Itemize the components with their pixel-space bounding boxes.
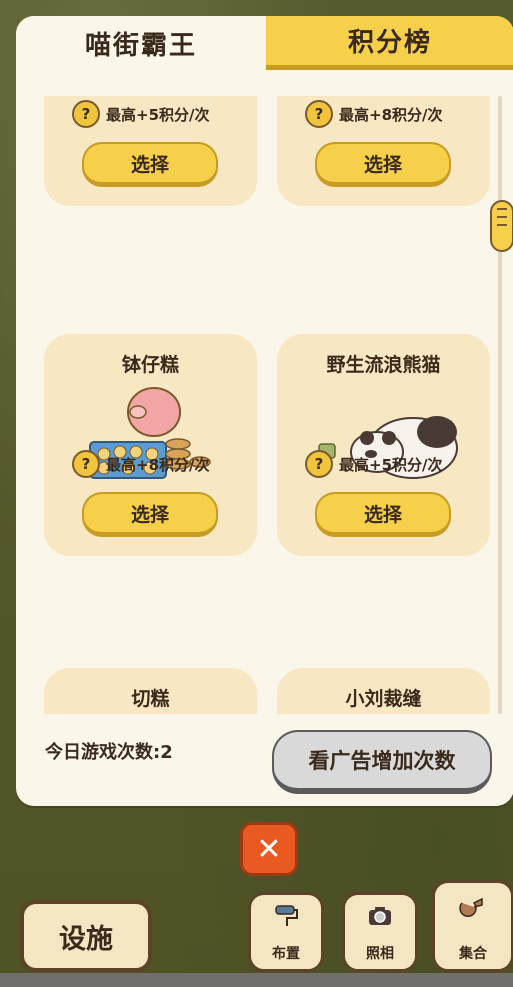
help-icon[interactable]: ?: [72, 100, 100, 128]
max-score-text: 最高+5积分/次: [339, 455, 443, 474]
camera-icon: [369, 907, 391, 925]
max-score: ? 最高+8积分/次: [305, 100, 443, 128]
game-card: ? 最高+5积分/次 选择: [44, 96, 257, 206]
close-icon: ✕: [256, 831, 282, 867]
max-score-text: 最高+5积分/次: [106, 105, 210, 124]
game-card: 野生流浪熊猫 ? 最高+5积分/次 选择: [277, 334, 490, 556]
max-score: ? 最高+8积分/次: [72, 450, 210, 478]
max-score-text: 最高+8积分/次: [339, 105, 443, 124]
photo-label: 照相: [366, 946, 394, 962]
game-card: 钵仔糕 ? 最高+8积分/次 选择: [44, 334, 257, 556]
plays-today: 今日游戏次数:2: [45, 742, 173, 763]
max-score: ? 最高+5积分/次: [305, 450, 443, 478]
select-button[interactable]: 选择: [82, 492, 218, 537]
help-icon[interactable]: ?: [72, 450, 100, 478]
game-title: 野生流浪熊猫: [326, 354, 441, 376]
game-title: 切糕: [131, 688, 170, 710]
facility-button[interactable]: 设施: [20, 900, 152, 972]
gather-label: 集合: [459, 946, 487, 962]
game-card: 切糕: [44, 668, 257, 714]
game-card: ? 最高+8积分/次 选择: [277, 96, 490, 206]
game-list[interactable]: ? 最高+5积分/次 选择 ? 最高+8积分/次 选择 钵仔糕 ? 最高+8积分…: [44, 96, 490, 714]
layout-label: 布置: [272, 946, 300, 962]
game-title: 钵仔糕: [121, 354, 179, 376]
tab-meow-street[interactable]: 喵街霸王: [16, 16, 266, 70]
watch-ad-button[interactable]: 看广告增加次数: [272, 730, 492, 794]
max-score-text: 最高+8积分/次: [106, 455, 210, 474]
help-icon[interactable]: ?: [305, 100, 333, 128]
tab-leaderboard[interactable]: 积分榜: [266, 16, 513, 70]
photo-button[interactable]: 照相: [342, 892, 418, 972]
select-button[interactable]: 选择: [82, 142, 218, 187]
select-button[interactable]: 选择: [315, 142, 451, 187]
select-button[interactable]: 选择: [315, 492, 451, 537]
scrollbar-thumb[interactable]: [490, 200, 513, 252]
game-card: 小刘裁缝: [277, 668, 490, 714]
gather-button[interactable]: 集合: [432, 880, 513, 972]
whistle-icon: [459, 897, 483, 918]
paint-roller-icon: [275, 905, 298, 926]
layout-button[interactable]: 布置: [248, 892, 324, 972]
max-score: ? 最高+5积分/次: [72, 100, 210, 128]
close-button[interactable]: ✕: [240, 822, 298, 876]
help-icon[interactable]: ?: [305, 450, 333, 478]
game-title: 小刘裁缝: [345, 688, 422, 710]
scrollbar-track[interactable]: [498, 96, 502, 714]
